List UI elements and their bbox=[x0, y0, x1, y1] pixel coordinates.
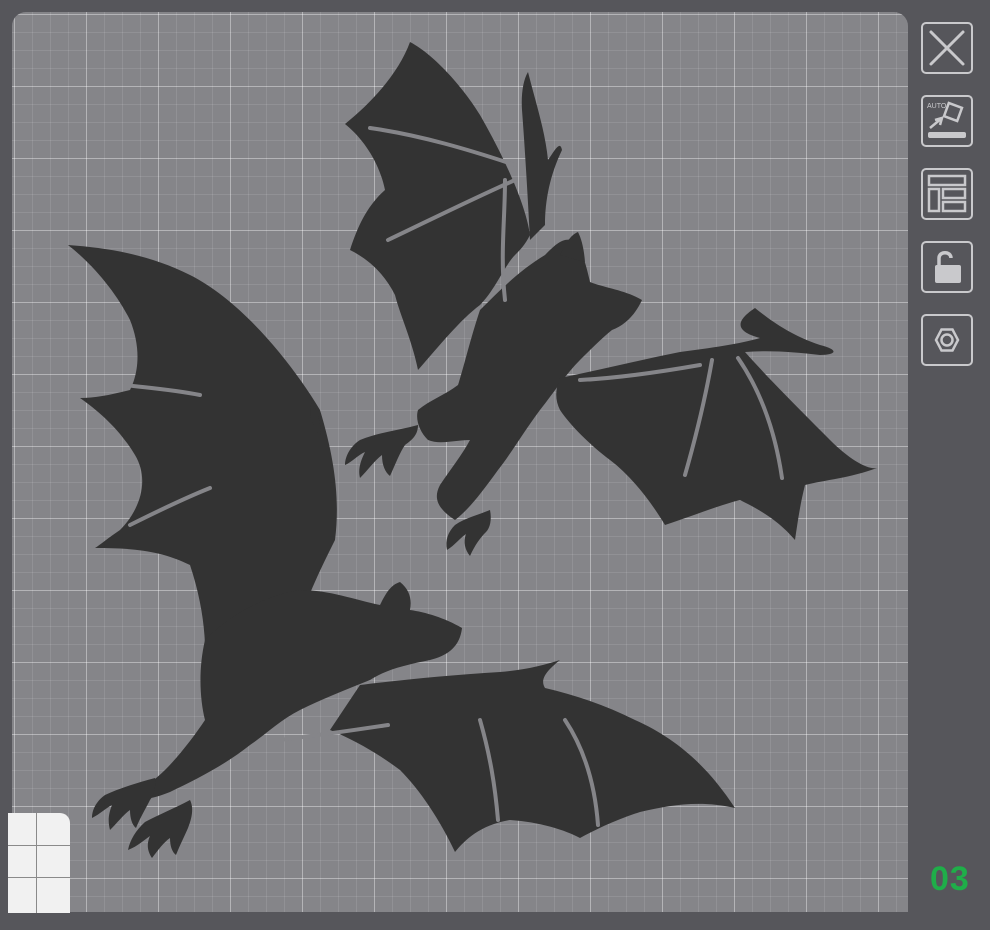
close-button[interactable] bbox=[921, 22, 973, 74]
page-number: 03 bbox=[930, 860, 970, 898]
upper-bat-left-claw bbox=[345, 425, 418, 478]
lower-bat-right-wing bbox=[330, 660, 735, 852]
cutting-mat bbox=[12, 12, 908, 912]
mat-corner-tab bbox=[8, 813, 70, 913]
layout-icon bbox=[927, 174, 967, 213]
upper-bat-finger bbox=[521, 72, 562, 240]
hex-nut-icon bbox=[934, 328, 960, 352]
upper-bat-vein-3 bbox=[500, 178, 507, 302]
unlock-icon bbox=[935, 251, 961, 283]
upper-bat-right-wing bbox=[556, 308, 877, 540]
close-icon bbox=[929, 30, 965, 66]
auto-arrange-icon: AUTO bbox=[927, 101, 966, 138]
auto-arrange-icon-text: AUTO bbox=[927, 103, 947, 110]
auto-arrange-button[interactable]: AUTO bbox=[921, 95, 973, 147]
mat-corner-vline bbox=[36, 813, 37, 913]
settings-button[interactable] bbox=[921, 314, 973, 366]
mat-corner-hline bbox=[8, 877, 70, 878]
right-toolbar: AUTO bbox=[921, 22, 977, 387]
layout-button[interactable] bbox=[921, 168, 973, 220]
lock-button[interactable] bbox=[921, 241, 973, 293]
mat-corner-hline bbox=[8, 845, 70, 846]
bat-artwork[interactable] bbox=[12, 12, 908, 912]
